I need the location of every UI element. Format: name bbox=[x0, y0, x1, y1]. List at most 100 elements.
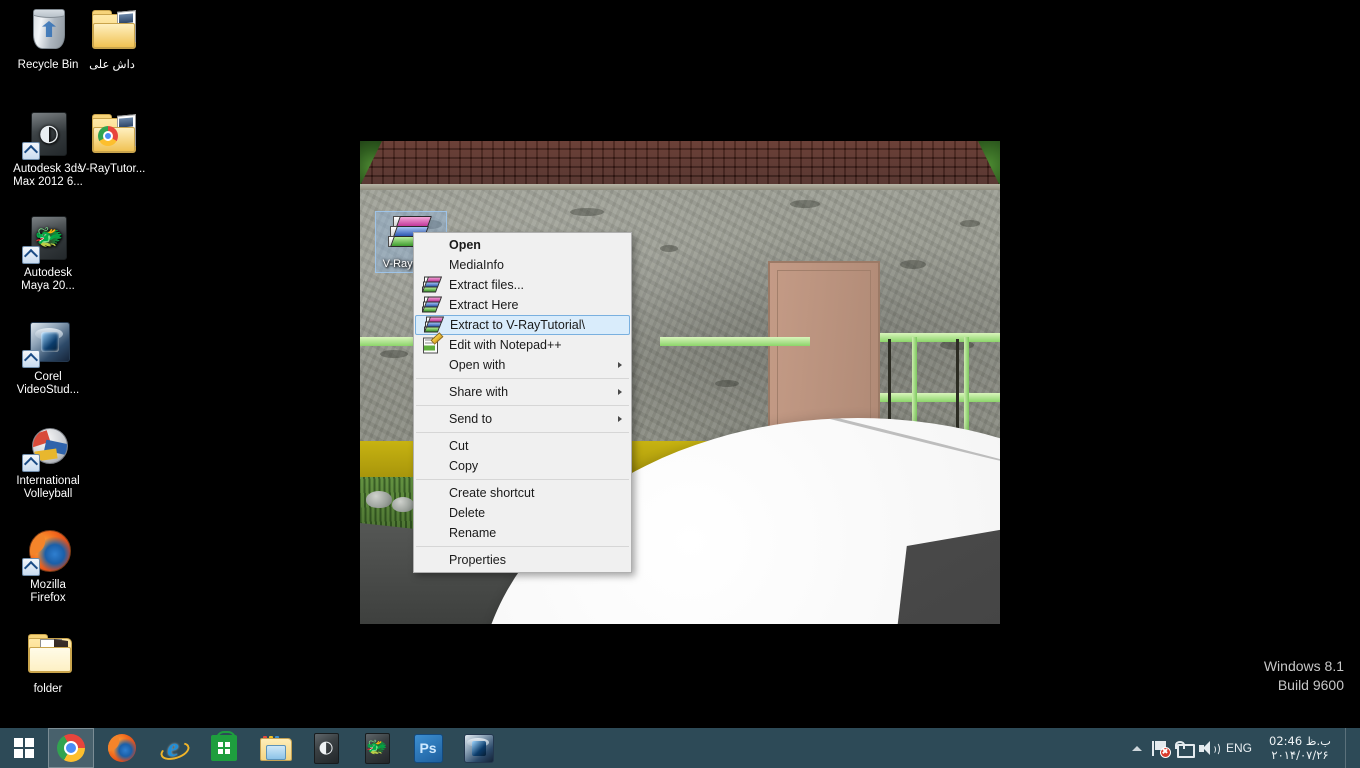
taskbar[interactable]: e ◐ 🐲 Ps ENG 02:46 ب.ظ ۲۰۱۴/۰۷/۲۶ bbox=[0, 728, 1360, 768]
chevron-up-icon bbox=[1131, 745, 1142, 751]
photoshop-glyph: Ps bbox=[419, 740, 437, 756]
winrar-icon bbox=[423, 316, 445, 334]
windows-store-icon bbox=[211, 731, 237, 761]
autodesk-maya-icon: 🐲 bbox=[364, 732, 390, 764]
desktop-icon-corel-videostudio[interactable]: Corel VideoStud... bbox=[2, 318, 94, 397]
desktop-icon-label: V-RayTutor... bbox=[78, 163, 146, 175]
desktop-icon-folder-dash-ali[interactable]: داش على bbox=[66, 6, 158, 72]
desktop-icon-international-volleyball[interactable]: International Volleyball bbox=[2, 422, 94, 501]
windows-activation-watermark: Windows 8.1 Build 9600 bbox=[1264, 657, 1344, 695]
context-menu-separator bbox=[416, 479, 629, 480]
stone bbox=[392, 497, 414, 512]
network-button[interactable] bbox=[1172, 728, 1196, 768]
desktop-icon-label: Autodesk Maya 20... bbox=[21, 267, 75, 292]
taskbar-item-internet-explorer[interactable]: e bbox=[150, 728, 196, 768]
context-menu-label: Send to bbox=[449, 412, 493, 426]
context-menu-item-open-with[interactable]: Open with bbox=[414, 355, 631, 375]
clock-time: 02:46 ب.ظ bbox=[1269, 734, 1331, 748]
context-menu-item-open[interactable]: Open bbox=[414, 235, 631, 255]
show-hidden-icons-button[interactable] bbox=[1126, 728, 1148, 768]
clock[interactable]: 02:46 ب.ظ ۲۰۱۴/۰۷/۲۶ bbox=[1261, 734, 1345, 762]
notepadpp-icon bbox=[423, 332, 444, 354]
context-menu-item-extract-files[interactable]: Extract files... bbox=[414, 275, 631, 295]
network-icon bbox=[1175, 740, 1196, 758]
railing-mid-right bbox=[880, 393, 1000, 402]
chevron-right-icon bbox=[618, 362, 622, 368]
context-menu-label: Cut bbox=[449, 439, 469, 453]
taskbar-item-file-explorer[interactable] bbox=[252, 728, 298, 768]
windows-logo-icon bbox=[13, 737, 35, 759]
context-menu-label: Rename bbox=[449, 526, 497, 540]
taskbar-item-chrome[interactable] bbox=[48, 728, 94, 768]
stone bbox=[366, 491, 392, 508]
context-menu-label: Extract to V-RayTutorial\ bbox=[450, 318, 585, 332]
context-menu-item-extract-to-folder[interactable]: Extract to V-RayTutorial\ bbox=[415, 315, 630, 335]
context-menu-item-mediainfo[interactable]: MediaInfo bbox=[414, 255, 631, 275]
context-menu-item-edit-with-notepadpp[interactable]: Edit with Notepad++ bbox=[414, 332, 631, 355]
volume-button[interactable] bbox=[1196, 728, 1221, 768]
desktop-icon-label: folder bbox=[33, 683, 63, 695]
context-menu-separator bbox=[416, 432, 629, 433]
folder-open-icon bbox=[24, 630, 72, 678]
context-menu-label: Edit with Notepad++ bbox=[449, 338, 562, 352]
clock-date: ۲۰۱۴/۰۷/۲۶ bbox=[1271, 748, 1329, 762]
desktop-background[interactable]: V-RayT U... Recycle Bin داش على ◐ Autode… bbox=[0, 0, 1360, 740]
context-menu-separator bbox=[416, 378, 629, 379]
desktop-icon-folder[interactable]: folder bbox=[2, 630, 94, 696]
language-indicator[interactable]: ENG bbox=[1220, 741, 1261, 755]
action-center-button[interactable] bbox=[1148, 728, 1172, 768]
start-button[interactable] bbox=[0, 728, 48, 768]
action-center-flag-icon bbox=[1151, 740, 1171, 758]
taskbar-item-firefox[interactable] bbox=[99, 728, 145, 768]
recycle-bin-icon bbox=[24, 6, 72, 54]
context-menu-item-send-to[interactable]: Send to bbox=[414, 409, 631, 429]
taskbar-item-corel[interactable] bbox=[456, 728, 502, 768]
context-menu-label: Extract files... bbox=[449, 278, 525, 292]
winrar-icon bbox=[421, 276, 443, 294]
context-menu-label: Share with bbox=[449, 385, 509, 399]
context-menu-item-create-shortcut[interactable]: Create shortcut bbox=[414, 483, 631, 503]
context-menu-label: Create shortcut bbox=[449, 486, 535, 500]
context-menu-label: MediaInfo bbox=[449, 258, 504, 272]
taskbar-item-store[interactable] bbox=[201, 728, 247, 768]
desktop-icon-label: International Volleyball bbox=[16, 475, 80, 500]
context-menu[interactable]: Open MediaInfo Extract files... Extract … bbox=[413, 232, 632, 573]
mozilla-firefox-icon bbox=[22, 526, 72, 576]
shortcut-arrow-icon bbox=[22, 350, 40, 368]
watermark-edition: Windows 8.1 bbox=[1263, 658, 1344, 674]
context-menu-label: Extract Here bbox=[449, 298, 519, 312]
desktop-icon-v-raytutorial-folder[interactable]: V-RayTutor... bbox=[66, 110, 158, 176]
context-menu-item-delete[interactable]: Delete bbox=[414, 503, 631, 523]
shortcut-arrow-icon bbox=[22, 246, 40, 264]
taskbar-item-maya[interactable]: 🐲 bbox=[354, 728, 400, 768]
desktop-icon-label: Mozilla Firefox bbox=[30, 579, 66, 604]
folder-icon bbox=[88, 110, 136, 158]
context-menu-item-cut[interactable]: Cut bbox=[414, 436, 631, 456]
context-menu-item-properties[interactable]: Properties bbox=[414, 550, 631, 570]
railing-top-mid bbox=[660, 337, 810, 346]
context-menu-item-copy[interactable]: Copy bbox=[414, 456, 631, 476]
desktop-icon-mozilla-firefox[interactable]: Mozilla Firefox bbox=[2, 526, 94, 605]
corel-videostudio-icon bbox=[22, 318, 72, 368]
context-menu-item-share-with[interactable]: Share with bbox=[414, 382, 631, 402]
photoshop-icon: Ps bbox=[413, 733, 443, 763]
context-menu-item-rename[interactable]: Rename bbox=[414, 523, 631, 543]
desktop-icon-label: Corel VideoStud... bbox=[16, 371, 80, 396]
context-menu-separator bbox=[416, 546, 629, 547]
context-menu-label: Open with bbox=[449, 358, 506, 372]
folder-icon bbox=[88, 6, 136, 54]
taskbar-item-photoshop[interactable]: Ps bbox=[405, 728, 451, 768]
context-menu-item-extract-here[interactable]: Extract Here bbox=[414, 295, 631, 315]
desktop-icon-autodesk-maya[interactable]: 🐲 Autodesk Maya 20... bbox=[2, 214, 94, 293]
desktop-screen: V-RayT U... Recycle Bin داش على ◐ Autode… bbox=[0, 0, 1360, 768]
chevron-right-icon bbox=[618, 389, 622, 395]
show-desktop-button[interactable] bbox=[1345, 728, 1354, 768]
context-menu-separator bbox=[416, 405, 629, 406]
system-tray[interactable]: ENG 02:46 ب.ظ ۲۰۱۴/۰۷/۲۶ bbox=[1126, 728, 1360, 768]
volume-icon bbox=[1198, 740, 1221, 756]
volleyball-game-icon bbox=[22, 422, 72, 472]
taskbar-item-3ds-max[interactable]: ◐ bbox=[303, 728, 349, 768]
internet-explorer-icon: e bbox=[158, 734, 192, 764]
autodesk-maya-icon: 🐲 bbox=[22, 214, 72, 264]
railing-top-right bbox=[880, 333, 1000, 342]
